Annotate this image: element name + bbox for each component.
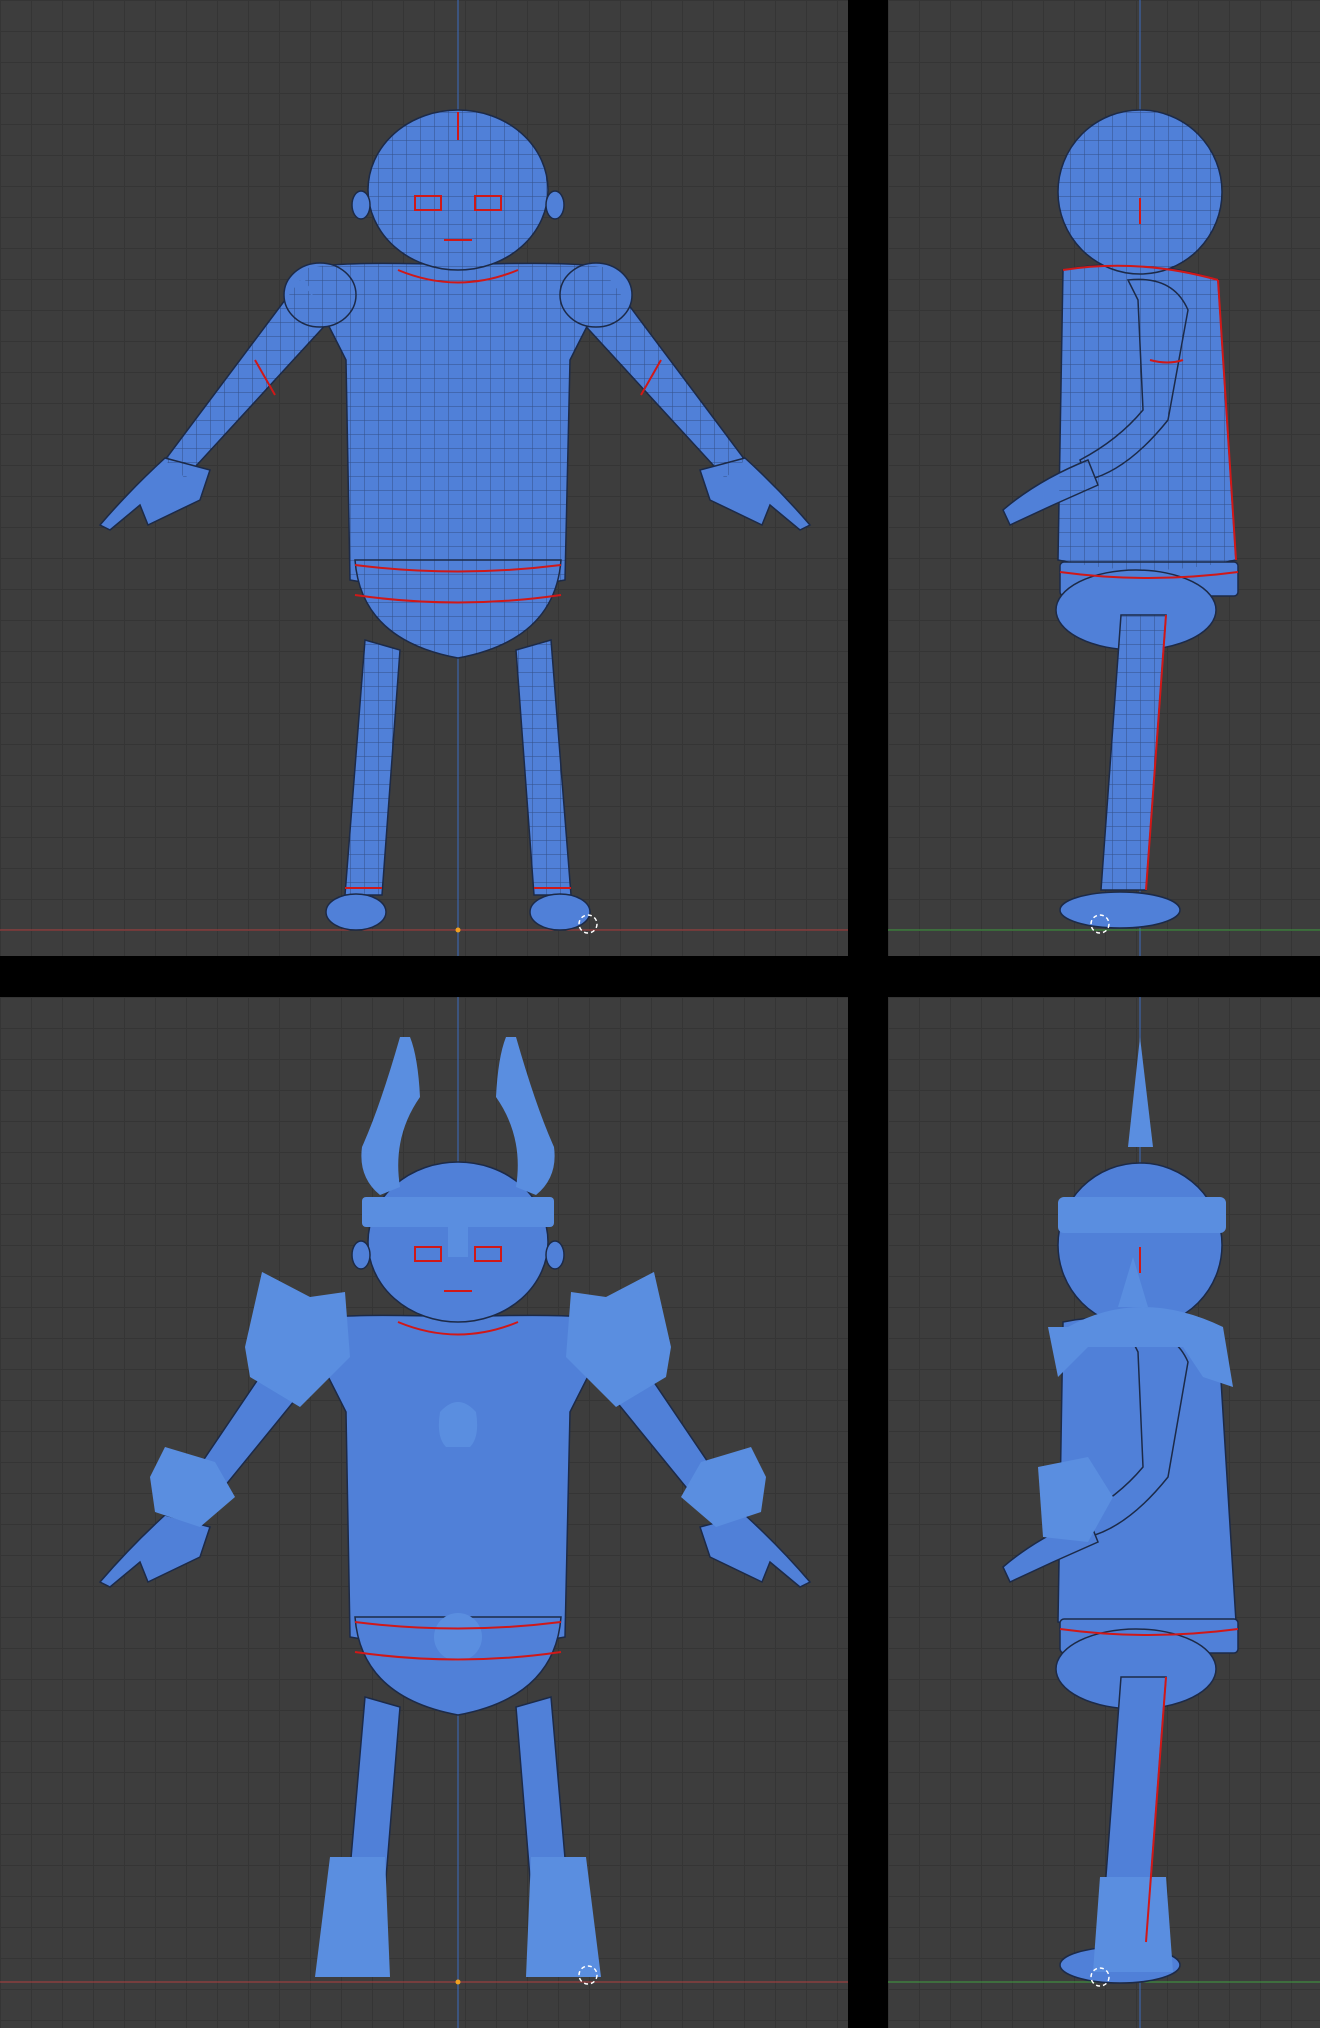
helmet-nose-guard xyxy=(448,1207,468,1257)
divider-horizontal xyxy=(0,956,1320,997)
viewport-front-base[interactable] xyxy=(0,0,848,956)
mesh-side-base xyxy=(888,0,1320,956)
boot-side xyxy=(1093,1877,1173,1972)
skull-emblem xyxy=(438,1402,478,1447)
horn-side xyxy=(1128,1037,1153,1147)
viewport-side-base[interactable] xyxy=(888,0,1320,956)
mesh-front-armor xyxy=(0,997,848,2028)
mesh-side-armor xyxy=(888,997,1320,2028)
viewport-front-armor[interactable] xyxy=(0,997,848,2028)
origin-point xyxy=(455,1979,461,1985)
horn-right xyxy=(496,1037,555,1195)
horn-left xyxy=(361,1037,420,1195)
character-body xyxy=(98,1161,812,1928)
boot-right xyxy=(526,1857,601,1977)
origin-point xyxy=(455,927,461,933)
helmet-band-side xyxy=(1058,1197,1226,1233)
boot-left xyxy=(315,1857,390,1977)
mesh-front-base xyxy=(0,0,848,956)
viewport-side-armor[interactable] xyxy=(888,997,1320,2028)
belt-buckle xyxy=(434,1613,482,1661)
character-wireframe xyxy=(165,110,745,895)
divider-vertical-top xyxy=(848,0,888,956)
divider-vertical-bottom xyxy=(848,997,888,2028)
character-body xyxy=(1002,1162,1239,1984)
character-wireframe xyxy=(1058,110,1236,890)
